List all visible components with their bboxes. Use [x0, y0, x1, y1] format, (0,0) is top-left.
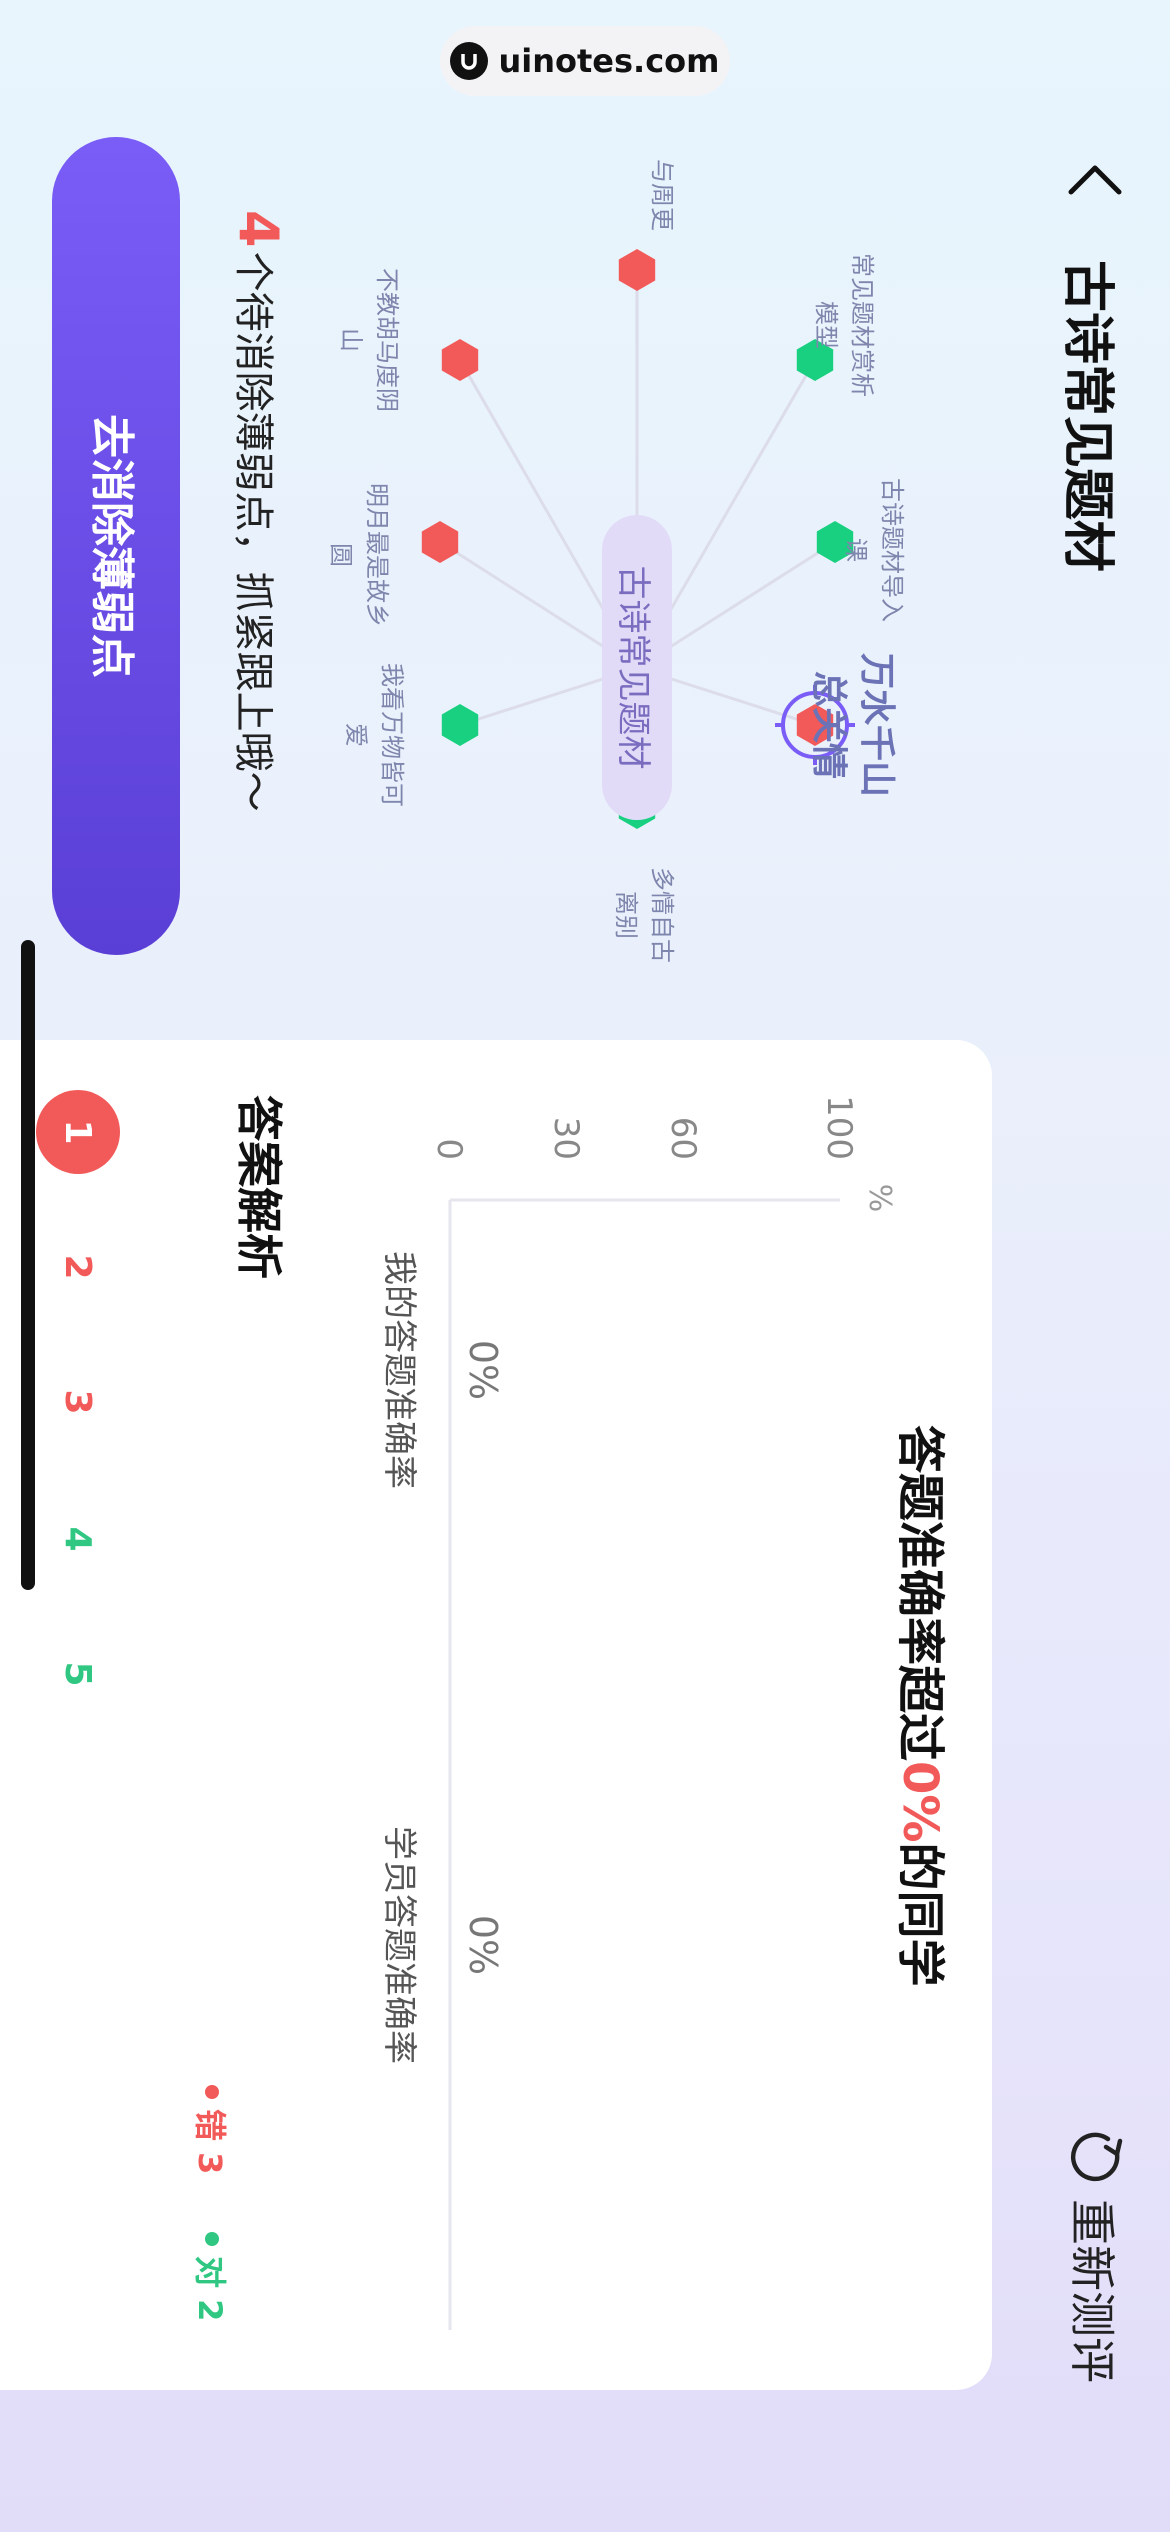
graph-node-label[interactable]: 多情自古离别: [608, 860, 680, 970]
y-tick-label: 30: [546, 1117, 586, 1160]
question-number-4[interactable]: 4: [36, 1497, 120, 1581]
refresh-icon: [1071, 2132, 1123, 2182]
wrong-dot-icon: [205, 2085, 219, 2099]
graph-center-node[interactable]: 古诗常见题材: [602, 515, 672, 820]
retest-button[interactable]: 重新测评: [1062, 2125, 1128, 2383]
legend-wrong-label: 错 3: [191, 2109, 229, 2175]
y-tick-label: 0: [429, 1138, 469, 1160]
x-category-label: 我的答题准确率: [379, 1251, 419, 1489]
graph-node-wrong[interactable]: [441, 339, 479, 381]
screen: 古诗常见题材 重新测评 古诗常见题材 常见题材赏析模型古诗题材导入课万水千山总关…: [0, 0, 1170, 2532]
graph-node-label[interactable]: 万水千山总关情: [804, 640, 900, 810]
watermark-pill: uinotes.com: [440, 26, 730, 96]
graph-node-label[interactable]: 古诗题材导入课: [838, 475, 910, 625]
accuracy-chart: % 0 30 60 100 0% 我的答题准确率 0% 学员答题准确率: [350, 1040, 910, 2390]
graph-node-label[interactable]: 不教胡马度阴山: [333, 265, 405, 415]
eliminate-weak-points-button[interactable]: 去消除薄弱点: [52, 137, 180, 955]
question-number-5[interactable]: 5: [36, 1632, 120, 1716]
y-tick-label: 60: [663, 1117, 703, 1160]
back-button[interactable]: [1060, 150, 1130, 210]
header: 古诗常见题材 重新测评: [1020, 0, 1170, 2532]
chevron-left-icon: [1068, 165, 1122, 195]
horizontal-scrollbar[interactable]: [21, 940, 35, 1590]
legend-wrong: 错 3: [189, 2085, 235, 2174]
weak-points-text: 4个待消除薄弱点，抓紧跟上哦～: [227, 210, 290, 812]
right-dot-icon: [205, 2232, 219, 2246]
graph-node-label[interactable]: 明月最是故乡圆: [323, 480, 395, 630]
x-category-label: 学员答题准确率: [379, 1826, 419, 2064]
graph-node-wrong[interactable]: [618, 249, 656, 291]
graph-node-label[interactable]: 与周更: [644, 140, 680, 250]
page-title: 古诗常见题材: [1057, 260, 1117, 573]
knowledge-graph: 古诗常见题材 常见题材赏析模型古诗题材导入课万水千山总关情多情自古离别 我看万物皆…: [327, 120, 980, 970]
bar-value-label: 0%: [461, 1340, 505, 1400]
graph-node-label[interactable]: 常见题材赏析模型: [808, 250, 880, 400]
weak-count: 4: [227, 210, 290, 248]
retest-label: 重新测评: [1065, 2199, 1119, 2383]
graph-node-label[interactable]: 我看万物皆可爱: [338, 660, 410, 810]
question-number-2[interactable]: 2: [36, 1225, 120, 1309]
y-tick-label: 100: [819, 1095, 859, 1160]
legend-right: 对 2: [189, 2232, 235, 2321]
weak-message: 个待消除薄弱点，抓紧跟上哦～: [230, 251, 276, 812]
accuracy-chart-svg: % 0 30 60 100 0% 我的答题准确率 0% 学员答题准确率: [379, 1095, 897, 2330]
watermark-text: uinotes.com: [498, 42, 720, 80]
graph-node-right[interactable]: [441, 704, 479, 746]
question-number-3[interactable]: 3: [36, 1360, 120, 1444]
watermark-logo-icon: [450, 42, 489, 80]
bar-value-label: 0%: [461, 1915, 505, 1975]
y-axis-unit-label: %: [862, 1184, 897, 1213]
legend-right-label: 对 2: [191, 2256, 229, 2322]
graph-node-wrong[interactable]: [421, 521, 459, 563]
question-number-1[interactable]: 1: [36, 1090, 120, 1174]
answer-analysis-title: 答案解析: [232, 1095, 286, 1279]
